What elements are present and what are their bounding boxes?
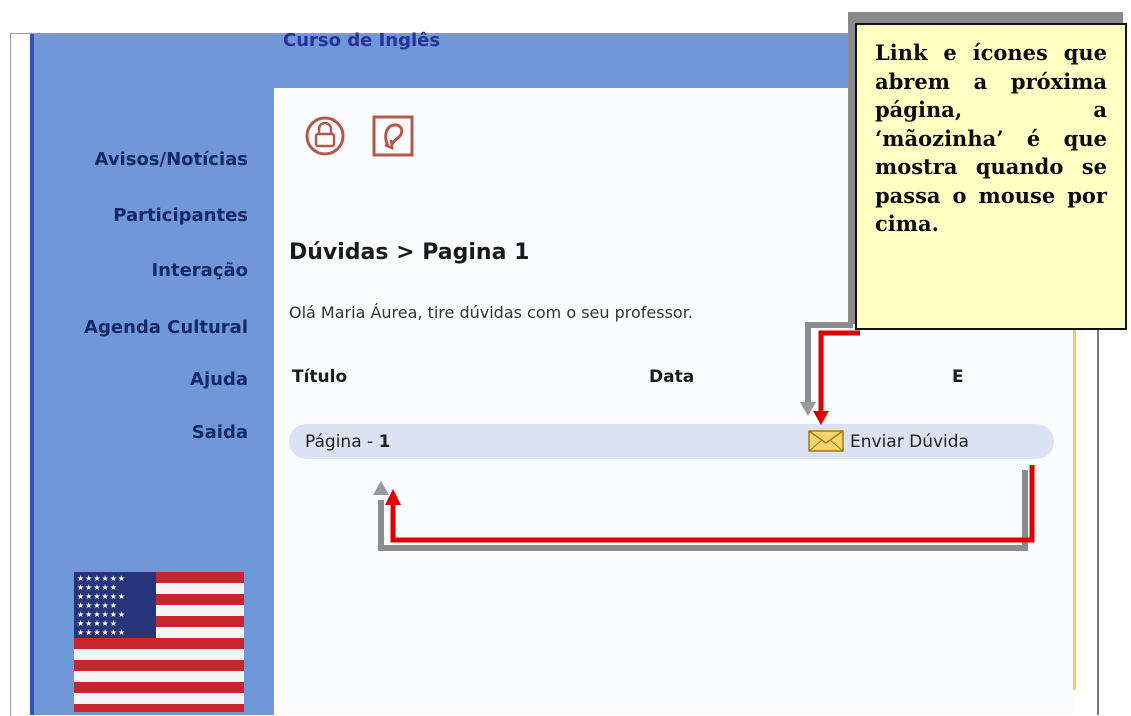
row-title[interactable]: Página - 1 (305, 432, 390, 452)
sidebar-item-participantes[interactable]: Participantes (44, 205, 274, 226)
flag-canton: ★★★★★★ ★★★★★ ★★★★★★ ★★★★★ ★★★★★★ ★★★★★ ★★★★★★ (74, 572, 156, 638)
return-icon[interactable] (371, 112, 415, 160)
sidebar-item-avisos[interactable]: Avisos/Notícias (44, 149, 274, 170)
callout-text: Link e ícones que abrem a próxima página… (875, 40, 1107, 236)
callout-note: Link e ícones que abrem a próxima página… (855, 23, 1127, 330)
sidebar-item-agenda-cultural[interactable]: Agenda Cultural (44, 317, 274, 338)
envelope-icon (808, 428, 844, 456)
column-header-titulo: Título (292, 367, 348, 387)
column-header-e: E (952, 367, 964, 387)
course-title: Curso de Inglês (283, 30, 441, 51)
content-border (1073, 330, 1076, 690)
lock-icon[interactable] (303, 112, 347, 160)
breadcrumb: Dúvidas > Pagina 1 (289, 240, 530, 265)
sidebar-item-interacao[interactable]: Interação (44, 260, 274, 281)
row-title-prefix: Página - (305, 432, 379, 452)
sidebar-item-ajuda[interactable]: Ajuda (44, 369, 274, 390)
send-question-link[interactable]: Enviar Dúvida (808, 428, 969, 456)
row-title-number: 1 (378, 432, 391, 452)
sidebar-item-saida[interactable]: Saida (44, 422, 274, 443)
column-header-data: Data (649, 367, 695, 387)
send-question-label: Enviar Dúvida (850, 432, 969, 452)
greeting-text: Olá Maria Áurea, tire dúvidas com o seu … (289, 303, 693, 322)
sidebar: Avisos/Notícias Participantes Interação … (30, 34, 274, 715)
us-flag-icon: ★★★★★★ ★★★★★ ★★★★★★ ★★★★★ ★★★★★★ ★★★★★ ★★★★★★ (74, 572, 244, 712)
